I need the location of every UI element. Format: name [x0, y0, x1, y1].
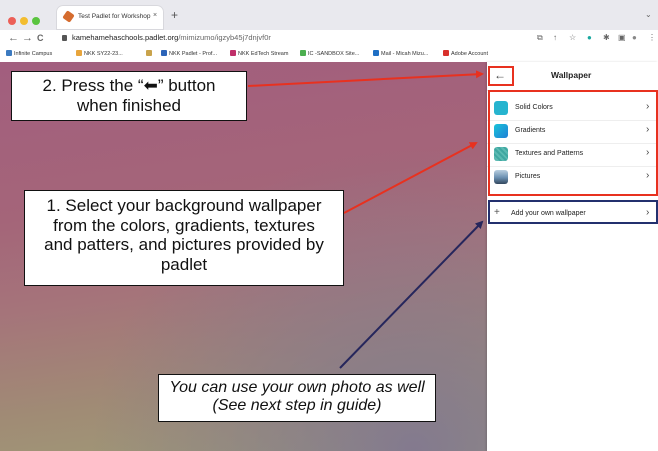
extensions-puzzle-icon[interactable]: ✱ — [603, 33, 610, 43]
maximize-window-button[interactable] — [32, 17, 40, 25]
extension-icon[interactable]: ● — [587, 33, 592, 43]
bookmark-item[interactable]: NKK EdTech Stream — [230, 50, 288, 57]
new-tab-button[interactable]: + — [171, 9, 178, 21]
bookmark-item[interactable]: NKK SY22-23... — [76, 50, 123, 57]
url-host: kamehamehaschools.padlet.org — [72, 33, 179, 42]
bookmark-item[interactable]: Adobe Account — [443, 50, 488, 57]
bookmark-label: NKK Padlet - Prof... — [169, 51, 217, 57]
bookmark-label: NKK SY22-23... — [84, 51, 123, 57]
bookmark-favicon-icon — [230, 50, 236, 56]
bookmark-favicon-icon — [76, 50, 82, 56]
bookmark-favicon-icon — [300, 50, 306, 56]
padlet-favicon-icon — [62, 10, 75, 23]
browser-chrome: Test Padlet for Workshop (11/1 × + ⌄ ← →… — [0, 0, 658, 63]
reload-button[interactable]: C — [37, 32, 44, 44]
own-photo-line: (See next step in guide) — [212, 397, 382, 415]
address-bar-row: ← → C kamehamehaschools.padlet.org/mimiz… — [0, 30, 658, 48]
step2-line: 2. Press the “⬅” button — [42, 76, 216, 95]
close-window-button[interactable] — [8, 17, 16, 25]
share-icon[interactable]: ↑ — [553, 33, 557, 43]
tab-list-chevron-icon[interactable]: ⌄ — [645, 10, 652, 19]
step1-line: 1. Select your background wallpaper — [46, 196, 322, 215]
tab-close-icon[interactable]: × — [153, 12, 157, 19]
bookmark-item[interactable] — [146, 50, 154, 57]
bookmarks-bar: Infinite Campus NKK SY22-23... NKK Padle… — [0, 48, 658, 62]
bookmark-item[interactable]: Mail - Micah Mizu... — [373, 50, 428, 57]
back-nav-button[interactable]: ← — [8, 32, 19, 44]
bookmark-item[interactable]: NKK Padlet - Prof... — [161, 50, 217, 57]
bookmark-label: Mail - Micah Mizu... — [381, 51, 429, 57]
add-own-wallpaper-highlight — [488, 200, 658, 224]
bookmark-favicon-icon — [146, 50, 152, 56]
bookmark-item[interactable]: IC -SANDBOX Site... — [300, 50, 359, 57]
step1-callout: 1. Select your background wallpaper from… — [24, 190, 344, 286]
menu-kebab-icon[interactable]: ⋮ — [648, 33, 656, 43]
profile-avatar-icon[interactable]: ● — [632, 33, 637, 43]
back-button-highlight — [488, 66, 514, 86]
bookmark-favicon-icon — [443, 50, 449, 56]
window-controls — [8, 12, 44, 30]
step2-callout: 2. Press the “⬅” button when finished — [11, 71, 247, 121]
tab-padlet[interactable]: Test Padlet for Workshop (11/1 × — [56, 5, 164, 30]
step1-line: from the colors, gradients, textures — [53, 215, 315, 235]
step1-line: padlet — [160, 254, 208, 274]
url-field[interactable]: kamehamehaschools.padlet.org/mimizumo/ig… — [72, 33, 271, 42]
tab-bar: Test Padlet for Workshop (11/1 × + ⌄ — [0, 0, 658, 30]
step2-line: when finished — [77, 95, 181, 115]
bookmark-favicon-icon — [161, 50, 167, 56]
bookmark-favicon-icon — [373, 50, 379, 56]
sidebar-icon[interactable]: ▣ — [618, 33, 626, 43]
bookmark-label: Infinite Campus — [14, 51, 53, 57]
bookmark-label: Adobe Account — [451, 51, 489, 57]
own-photo-callout: You can use your own photo as well (See … — [158, 374, 436, 422]
panel-title: Wallpaper — [551, 70, 592, 80]
bookmark-star-icon[interactable]: ☆ — [569, 33, 576, 43]
install-app-icon[interactable]: ⧉ — [537, 33, 543, 43]
lock-icon — [62, 35, 67, 41]
bookmark-favicon-icon — [6, 50, 12, 56]
step1-line: and patters, and pictures provided by — [44, 235, 324, 255]
minimize-window-button[interactable] — [20, 17, 28, 25]
bookmark-label: IC -SANDBOX Site... — [308, 51, 360, 57]
own-photo-line: You can use your own photo as well — [169, 379, 425, 396]
bookmark-label: NKK EdTech Stream — [238, 51, 289, 57]
url-path: /mimizumo/igzyb45j7dnjvf0r — [178, 33, 271, 42]
tab-title: Test Padlet for Workshop (11/1 — [78, 13, 152, 20]
forward-nav-button[interactable]: → — [22, 32, 33, 44]
wallpaper-options-highlight — [488, 90, 658, 196]
bookmark-item[interactable]: Infinite Campus — [6, 50, 52, 57]
